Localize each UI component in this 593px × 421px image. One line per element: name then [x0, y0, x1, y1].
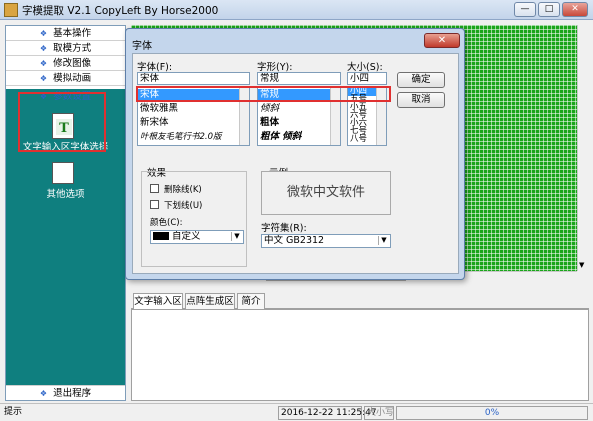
- underline-label: 下划线(U): [164, 201, 203, 211]
- diamond-icon: ❖: [39, 389, 48, 398]
- tab-bar: 文字输入区 点阵生成区 简介: [131, 293, 589, 309]
- font-list-item[interactable]: 新宋体: [140, 117, 169, 129]
- app-icon: [4, 3, 18, 17]
- highlight-box: [18, 92, 106, 152]
- style-list-item[interactable]: 粗体 倾斜: [260, 131, 301, 143]
- size-input[interactable]: 小四: [347, 72, 387, 85]
- strikeout-label: 删除线(K): [164, 185, 202, 195]
- status-bar: 提示 2016-12-22 11:25:47 大小写 0%: [0, 403, 593, 421]
- title-bar: 字模提取 V2.1 CopyLeft By Horse2000 — □ ✕: [0, 0, 593, 20]
- effects-group: 删除线(K) 下划线(U) 颜色(C): 自定义 ▼: [141, 171, 247, 267]
- sidebar: ❖ 基本操作 ❖ 取模方式 ❖ 修改图像 ❖ 模拟动画 ❖ 参数设置 T 文字输入区字体选…: [5, 25, 126, 401]
- cancel-button[interactable]: 取消: [397, 92, 445, 108]
- diamond-icon: ❖: [39, 59, 48, 68]
- exit-label: 退出程序: [53, 388, 92, 399]
- style-list-item[interactable]: 粗体: [260, 117, 279, 129]
- status-progress: 0%: [396, 406, 588, 420]
- font-list-item[interactable]: 叶根友毛笔行书2.0版: [140, 131, 222, 143]
- font-dialog: 字体 ✕ 字体(F): 字形(Y): 大小(S): 宋体 宋体 微软雅黑 新宋体…: [125, 28, 465, 280]
- window-title: 字模提取 V2.1 CopyLeft By Horse2000: [22, 5, 219, 17]
- diamond-icon: ❖: [39, 74, 48, 83]
- sidebar-item-edit-image[interactable]: ❖ 修改图像: [6, 56, 125, 71]
- minimize-button[interactable]: —: [514, 2, 536, 17]
- chevron-down-icon[interactable]: ▼: [231, 232, 242, 241]
- maximize-button[interactable]: □: [538, 2, 560, 17]
- sidebar-item-label: 基本操作: [53, 28, 92, 39]
- dialog-title: 字体: [132, 41, 152, 52]
- strikeout-checkbox[interactable]: [150, 184, 159, 193]
- color-select[interactable]: 自定义 ▼: [150, 230, 244, 244]
- font-input[interactable]: 宋体: [137, 72, 250, 85]
- tab-intro[interactable]: 简介: [237, 293, 265, 309]
- sidebar-item-mode[interactable]: ❖ 取模方式: [6, 41, 125, 56]
- size-label: 大小(S):: [347, 62, 383, 73]
- vertical-scrollbar[interactable]: ▼: [577, 25, 589, 271]
- sidebar-item-label: 模拟动画: [53, 73, 92, 84]
- scroll-down-icon[interactable]: ▼: [579, 261, 584, 269]
- color-label: 颜色(C):: [150, 218, 183, 228]
- tab-dot-matrix[interactable]: 点阵生成区: [185, 293, 235, 309]
- diamond-icon: ❖: [39, 29, 48, 38]
- color-value: 自定义: [172, 231, 201, 242]
- dialog-body: 字体(F): 字形(Y): 大小(S): 宋体 宋体 微软雅黑 新宋体 叶根友毛…: [132, 53, 459, 274]
- tab-text-input[interactable]: 文字输入区: [133, 293, 183, 309]
- options-tool-icon[interactable]: [52, 162, 74, 184]
- style-label: 字形(Y):: [257, 62, 293, 73]
- status-hint: 提示: [4, 407, 23, 417]
- underline-checkbox[interactable]: [150, 200, 159, 209]
- sample-preview: 微软中文软件: [261, 171, 391, 215]
- ok-button[interactable]: 确定: [397, 72, 445, 88]
- selection-highlight-box: [136, 86, 391, 102]
- close-window-button[interactable]: ✕: [562, 2, 588, 17]
- text-input-area[interactable]: [131, 309, 589, 401]
- charset-value: 中文 GB2312: [264, 235, 325, 246]
- charset-label: 字符集(R):: [261, 223, 307, 234]
- options-tool-label[interactable]: 其他选项: [6, 186, 125, 200]
- exit-button[interactable]: ❖ 退出程序: [6, 385, 125, 400]
- dialog-close-button[interactable]: ✕: [424, 33, 460, 48]
- style-input[interactable]: 常规: [257, 72, 341, 85]
- status-datetime: 2016-12-22 11:25:47: [278, 406, 377, 420]
- charset-select[interactable]: 中文 GB2312 ▼: [261, 234, 391, 248]
- sidebar-item-label: 取模方式: [53, 43, 92, 54]
- sidebar-item-basic[interactable]: ❖ 基本操作: [6, 26, 125, 41]
- style-list-item[interactable]: 倾斜: [260, 103, 279, 115]
- color-swatch: [153, 232, 169, 240]
- chevron-down-icon[interactable]: ▼: [378, 236, 389, 245]
- sidebar-item-label: 修改图像: [53, 58, 92, 69]
- size-list-item[interactable]: 八号: [350, 135, 367, 144]
- status-font-size: 大小写: [364, 406, 394, 420]
- diamond-icon: ❖: [39, 44, 48, 53]
- sidebar-item-animation[interactable]: ❖ 模拟动画: [6, 71, 125, 86]
- font-label: 字体(F):: [137, 62, 173, 73]
- font-list-item[interactable]: 微软雅黑: [140, 103, 178, 115]
